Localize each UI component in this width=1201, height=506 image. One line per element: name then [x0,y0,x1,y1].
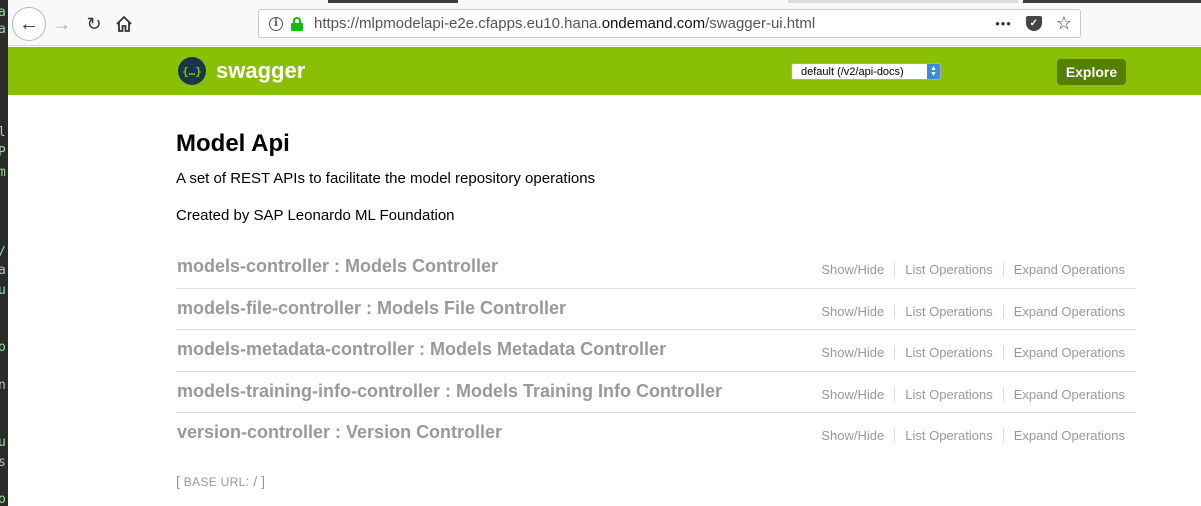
resource-list: models-controller : Models Controller Sh… [176,247,1136,455]
api-info: Model Api A set of REST APIs to facilita… [176,130,1136,224]
address-bar[interactable]: i https://mlpmodelapi-e2e.cfapps.eu10.ha… [258,9,1081,38]
show-hide-link[interactable]: Show/Hide [811,428,896,444]
pocket-icon[interactable]: ✓ [1025,16,1042,31]
show-hide-link[interactable]: Show/Hide [811,345,896,361]
show-hide-link[interactable]: Show/Hide [811,262,896,277]
expand-operations-link[interactable]: Expand Operations [1004,345,1125,360]
list-operations-link[interactable]: List Operations [895,262,1004,277]
list-operations-link[interactable]: List Operations [895,428,1004,444]
browser-toolbar: ← → ↻ i https://mlpmodelapi-e2e.cfapps.e… [8,0,1201,46]
reload-button[interactable]: ↻ [79,9,109,39]
back-button[interactable]: ← [12,7,46,41]
resource-row: models-training-info-controller : Models… [176,372,1136,414]
api-created-by: Created by SAP Leonardo ML Foundation [176,207,455,224]
swagger-logo-icon: {…} [178,57,206,85]
page-title: Model Api [176,130,290,157]
api-select-value: default (/v2/api-docs) [801,65,904,78]
swagger-logo-text: swagger [216,58,306,83]
base-url: [ BASE URL: / ] [176,473,265,489]
resource-row: models-metadata-controller : Models Meta… [176,330,1136,372]
swagger-logo[interactable]: {…} swagger [178,57,305,85]
api-description: A set of REST APIs to facilitate the mod… [176,170,596,187]
select-arrows-icon: ▲ ▼ [927,64,940,79]
resource-row: models-file-controller : Models File Con… [176,289,1136,331]
api-docs-select[interactable]: default (/v2/api-docs) ▲ ▼ [791,63,941,80]
home-button[interactable] [109,9,139,39]
url-text[interactable]: https://mlpmodelapi-e2e.cfapps.eu10.hana… [314,15,815,32]
show-hide-link[interactable]: Show/Hide [811,303,896,319]
expand-operations-link[interactable]: Expand Operations [1004,387,1125,402]
swagger-header: {…} swagger default (/v2/api-docs) ▲ ▼ Ex… [8,47,1201,95]
resource-name-link[interactable]: models-file-controller : Models File Con… [177,298,566,319]
reload-icon: ↻ [86,13,102,34]
expand-operations-link[interactable]: Expand Operations [1004,428,1125,443]
tab-indicator [1023,0,1201,3]
info-icon[interactable]: i [269,16,283,31]
tab-indicator [788,0,1018,3]
tab-indicator [328,0,458,3]
expand-operations-link[interactable]: Expand Operations [1004,304,1125,319]
arrow-right-icon: → [53,13,71,34]
resource-row: models-controller : Models Controller Sh… [176,247,1136,289]
resource-name-link[interactable]: models-controller : Models Controller [177,256,498,277]
list-operations-link[interactable]: List Operations [895,386,1004,402]
show-hide-link[interactable]: Show/Hide [811,386,896,402]
page-actions-button[interactable]: ••• [995,16,1012,31]
lock-icon[interactable] [291,16,303,31]
list-operations-link[interactable]: List Operations [895,303,1004,319]
resource-name-link[interactable]: models-metadata-controller : Models Meta… [177,339,666,360]
arrow-left-icon: ← [19,12,39,35]
explore-button[interactable]: Explore [1057,59,1126,85]
expand-operations-link[interactable]: Expand Operations [1004,262,1125,277]
bookmark-star-icon[interactable]: ☆ [1056,13,1072,34]
list-operations-link[interactable]: List Operations [895,345,1004,361]
resource-row: version-controller : Version Controller … [176,413,1136,455]
background-terminal-strip: aa lPm /au on uso [0,0,8,506]
home-icon [116,15,132,32]
resource-name-link[interactable]: models-training-info-controller : Models… [177,381,722,402]
resource-name-link[interactable]: version-controller : Version Controller [177,422,502,443]
forward-button[interactable]: → [47,9,77,39]
